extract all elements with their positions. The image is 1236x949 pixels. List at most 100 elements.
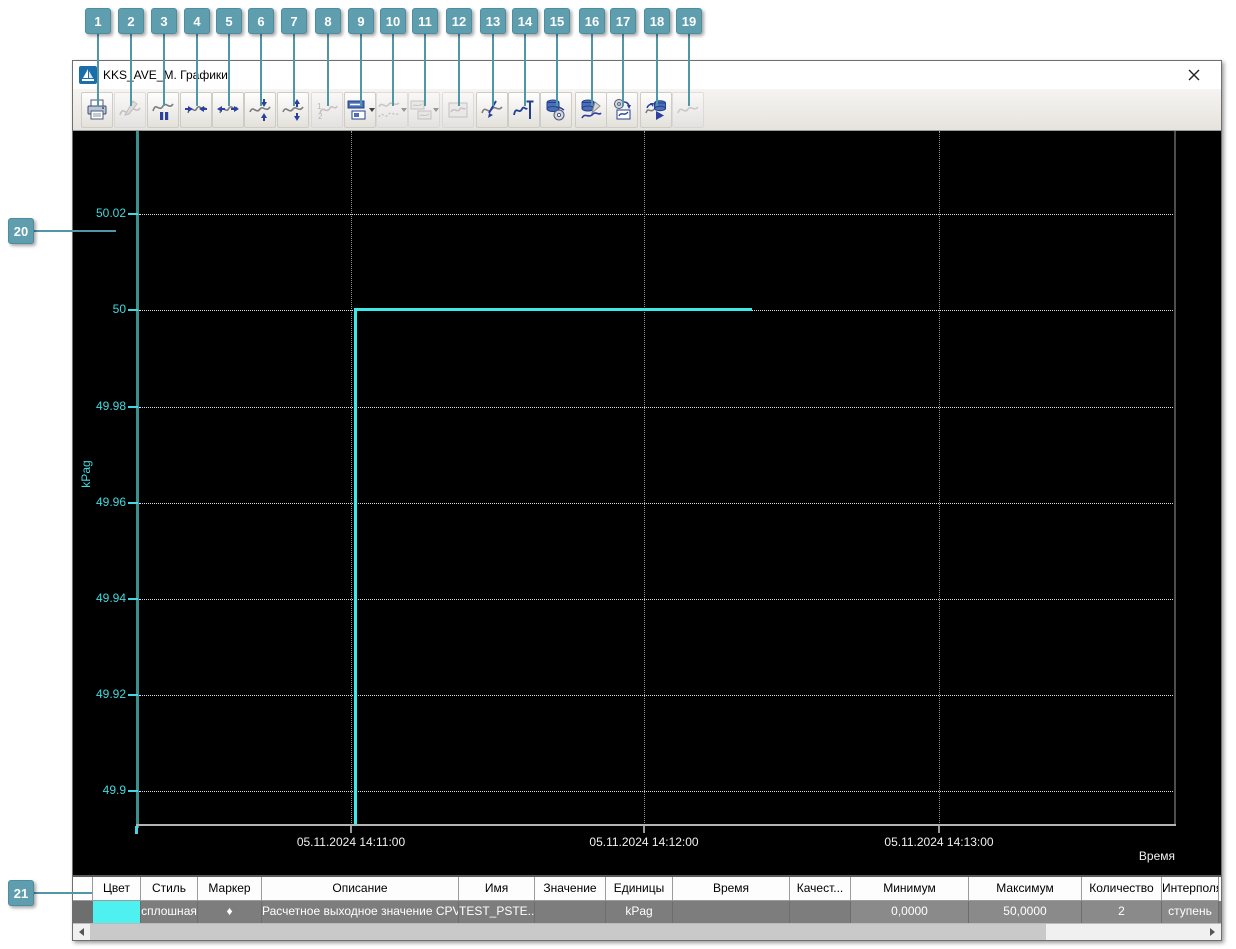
callout-badge-16: 16 [579,8,605,34]
v-gridline [351,131,352,825]
callout-badge-1: 1 [85,8,111,34]
v-gridline [939,131,940,825]
window-title: KKS_AVE_M. Графики [103,68,228,82]
y-tick [128,598,138,600]
dropdown-arrow-icon [368,108,375,112]
x-tick [938,826,940,833]
chevron-right-icon [1210,928,1215,936]
x-tick-label: 05.11.2024 14:12:00 [589,835,699,849]
cell-style: сплошная [141,901,198,923]
legend-data-row[interactable]: сплошная ♦ Расчетное выходное значение C… [73,901,1221,923]
toolbar: 1 2 [73,89,1221,131]
callout-badge-4: 4 [184,8,210,34]
callout-badge-18: 18 [644,8,670,34]
curves-list-icon [377,102,400,118]
cell-maximum: 50,0000 [969,901,1082,923]
svg-text:2: 2 [318,112,323,121]
callout-badge-12: 12 [446,8,472,34]
callout-badge-15: 15 [544,8,570,34]
title-bar[interactable]: KKS_AVE_M. Графики [73,61,1221,89]
header-interpolation[interactable]: Интерполя [1162,877,1219,901]
cell-time [673,901,790,923]
callout-badge-5: 5 [216,8,242,34]
h-gridline [139,407,1175,408]
header-name[interactable]: Имя [459,877,535,901]
header-time[interactable]: Время [673,877,790,901]
callout-leader-line [196,34,198,106]
trend-line-vertical-segment [354,309,357,825]
callout-badge-7: 7 [281,8,307,34]
close-button[interactable] [1179,64,1209,86]
callout-badge-9: 9 [348,8,374,34]
y-tick [128,309,138,311]
scrollbar-thumb[interactable] [90,924,1046,940]
dropdown-arrow-icon [432,108,439,112]
callout-leader-line [228,34,230,106]
h-gridline [139,695,1175,696]
y-axis-line [136,131,139,828]
cell-description: Расчетное выходное значение CPV [262,901,459,923]
y-tick [128,694,138,696]
cell-value [535,901,606,923]
callout-badge-17: 17 [610,8,636,34]
close-icon [1188,69,1200,81]
callout-leader-line [97,34,99,106]
callout-leader-line [163,34,165,106]
header-units[interactable]: Единицы [606,877,673,901]
trend-window: KKS_AVE_M. Графики 1 2 kPag 50.02 50 49.… [72,60,1222,941]
y-tick-label: 49.96 [95,495,126,509]
callout-badge-19: 19 [676,8,702,34]
callout-badge-21: 21 [8,880,34,906]
callout-leader-line [424,34,426,106]
header-count[interactable]: Количество [1082,877,1162,901]
svg-text:1: 1 [317,102,322,111]
header-color[interactable]: Цвет [93,877,141,901]
header-quality[interactable]: Качест... [790,877,851,901]
legend-table: Цвет Стиль Маркер Описание Имя Значение … [73,875,1221,940]
scroll-left-button[interactable] [73,924,90,940]
header-style[interactable]: Стиль [141,877,198,901]
callout-leader-line [591,34,593,106]
header-value[interactable]: Значение [535,877,606,901]
y-tick-label: 49.98 [95,399,126,413]
callout-leader-line [34,892,92,894]
chart-plot-area[interactable]: kPag 50.02 50 49.98 49.96 49.94 49.92 49… [73,131,1221,875]
x-axis-line [136,824,1176,826]
cell-units: kPag [606,901,673,923]
x-origin-tick [135,826,138,834]
row-selector[interactable] [73,901,93,923]
callout-badge-20: 20 [8,218,34,244]
y-tick [128,790,138,792]
callout-badge-14: 14 [512,8,538,34]
header-marker[interactable]: Маркер [198,877,262,901]
plot-right-border [1174,131,1176,826]
x-tick-label: 05.11.2024 14:11:00 [296,835,406,849]
callout-leader-line [34,230,116,232]
callout-leader-line [327,34,329,106]
callout-leader-line [492,34,494,106]
callout-leader-line [622,34,624,106]
header-description[interactable]: Описание [262,877,459,901]
cell-minimum: 0,0000 [851,901,969,923]
callout-leader-line [688,34,690,106]
header-maximum[interactable]: Максимум [969,877,1082,901]
header-minimum[interactable]: Минимум [851,877,969,901]
callout-leader-line [293,34,295,106]
cell-name: TEST_PSTE... [459,901,535,923]
callout-leader-line [260,34,262,106]
dropdown-arrow-icon [400,108,407,112]
scroll-right-button[interactable] [1204,924,1221,940]
y-tick-label: 49.92 [95,687,126,701]
y-tick [128,502,138,504]
callout-leader-line [458,34,460,106]
horizontal-scrollbar[interactable] [73,923,1221,940]
cell-quality [790,901,851,923]
h-gridline [139,503,1175,504]
cell-interpolation: ступень [1162,901,1219,923]
y-tick-label: 49.94 [95,591,126,605]
row-selector-header [73,877,93,901]
h-gridline [139,214,1175,215]
x-tick [350,826,352,833]
legend-header-row: Цвет Стиль Маркер Описание Имя Значение … [73,877,1221,901]
color-swatch[interactable] [93,901,140,923]
